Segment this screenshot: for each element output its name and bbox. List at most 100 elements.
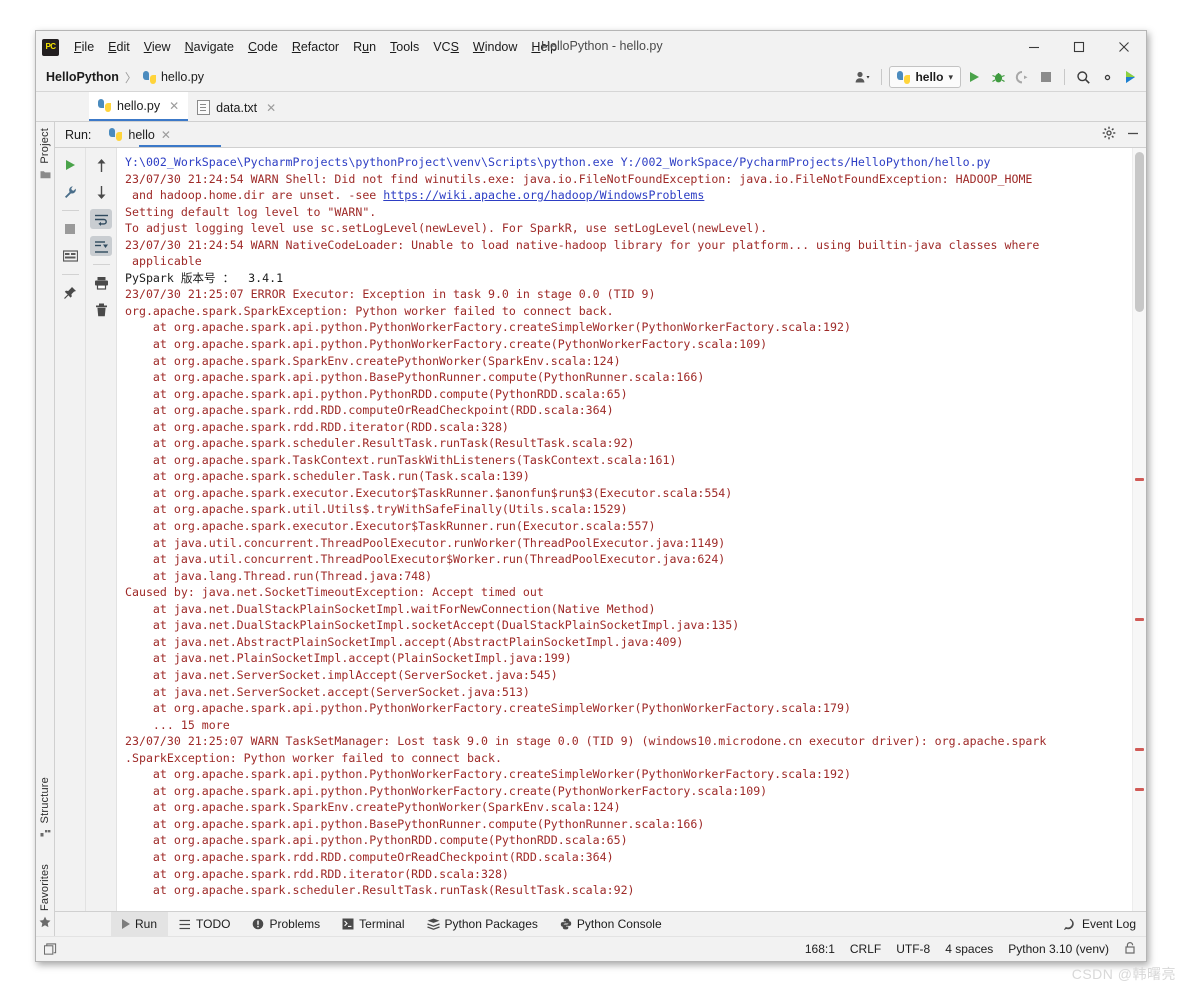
- debug-icon[interactable]: [987, 66, 1009, 88]
- caret-position[interactable]: 168:1: [805, 942, 835, 956]
- console-line: at org.apache.spark.scheduler.ResultTask…: [125, 883, 635, 898]
- tool-window-button-label: TODO: [196, 917, 231, 931]
- run-tab-label: hello: [128, 127, 155, 142]
- tool-window-button-label: Python Packages: [444, 917, 538, 931]
- tool-window-button-terminal[interactable]: Terminal: [331, 912, 415, 936]
- pin-icon[interactable]: [59, 283, 81, 303]
- soft-wrap-icon[interactable]: [90, 209, 112, 229]
- navbar-actions: hello ▾: [852, 63, 1142, 91]
- sidebar-item-favorites[interactable]: Favorites: [39, 864, 51, 911]
- tool-window-button-problems[interactable]: Problems: [241, 912, 331, 936]
- tool-window-button-label: Terminal: [359, 917, 405, 931]
- menu-item-refactor[interactable]: Refactor: [285, 38, 346, 56]
- menu-item-code[interactable]: Code: [241, 38, 285, 56]
- up-arrow-icon[interactable]: [90, 155, 112, 175]
- search-icon[interactable]: [1072, 66, 1094, 88]
- tool-window-button-python-packages[interactable]: Python Packages: [416, 912, 549, 936]
- editor-tab-close-icon[interactable]: ✕: [266, 101, 276, 115]
- layout-icon[interactable]: [59, 246, 81, 266]
- run-tab-close-icon[interactable]: ✕: [161, 128, 171, 142]
- lock-icon[interactable]: [1124, 941, 1136, 957]
- run-configuration-selector[interactable]: hello ▾: [889, 66, 961, 88]
- line-separator[interactable]: CRLF: [850, 942, 881, 956]
- hadoop-windows-problems-link[interactable]: https://wiki.apache.org/hadoop/WindowsPr…: [383, 188, 704, 202]
- event-log-label: Event Log: [1081, 917, 1136, 931]
- sidebar-item-structure[interactable]: Structure: [39, 777, 51, 823]
- scroll-to-end-icon[interactable]: [90, 236, 112, 256]
- menu-items: File Edit View Navigate Code Refactor Run Tools…: [67, 38, 564, 56]
- run-tab-hello[interactable]: hello ✕: [103, 123, 176, 147]
- trash-icon[interactable]: [90, 300, 112, 320]
- tool-window-button-python-console[interactable]: Python Console: [549, 912, 673, 936]
- tool-window-button-run[interactable]: Run: [111, 912, 169, 936]
- editor-tab-label: hello.py: [117, 98, 161, 113]
- indent-setting[interactable]: 4 spaces: [945, 942, 993, 956]
- console-line: at org.apache.spark.rdd.RDD.iterator(RDD…: [125, 419, 509, 434]
- print-icon[interactable]: [90, 273, 112, 293]
- status-bar-right: 168:1 CRLF UTF-8 4 spaces Python 3.10 (v…: [805, 941, 1136, 957]
- python-run-icon: [109, 128, 123, 141]
- file-encoding[interactable]: UTF-8: [896, 942, 930, 956]
- tool-window-button-todo[interactable]: TODO: [168, 912, 241, 936]
- run-tab-underline: [139, 145, 221, 147]
- editor-tab-bar: hello.py ✕ data.txt ✕: [36, 92, 1146, 122]
- down-arrow-icon[interactable]: [90, 182, 112, 202]
- settings-wrench-icon[interactable]: [59, 182, 81, 202]
- user-avatar-icon[interactable]: [852, 66, 874, 88]
- close-button[interactable]: [1101, 31, 1146, 63]
- updates-icon[interactable]: [1120, 66, 1142, 88]
- left-tool-strip: Project Structure Favorites: [36, 122, 55, 936]
- console-line: at java.util.concurrent.ThreadPoolExecut…: [125, 535, 726, 550]
- settings-icon[interactable]: [1096, 66, 1118, 88]
- stop-icon[interactable]: [59, 219, 81, 239]
- console-line: at java.lang.Thread.run(Thread.java:748): [125, 568, 433, 583]
- run-icon[interactable]: [963, 66, 985, 88]
- breadcrumb-file[interactable]: hello.py: [161, 70, 204, 84]
- run-tool-window-header: Run: hello ✕: [55, 122, 1146, 148]
- watermark: CSDN @韩曙亮: [1071, 966, 1176, 982]
- console-text: Y:\002_WorkSpace\PycharmProjects\pythonP…: [117, 148, 1146, 899]
- workspace: Project Structure Favorites Run: hello ✕…: [36, 122, 1146, 936]
- console-line: at org.apache.spark.api.python.PythonWor…: [125, 783, 768, 798]
- menu-item-tools[interactable]: Tools: [383, 38, 426, 56]
- terminal-icon: [342, 918, 354, 930]
- menu-item-file[interactable]: File: [67, 38, 101, 56]
- menu-item-navigate[interactable]: Navigate: [178, 38, 241, 56]
- navigation-bar: HelloPython 〉 hello.py hello ▾: [36, 63, 1146, 92]
- console-output[interactable]: Y:\002_WorkSpace\PycharmProjects\pythonP…: [117, 148, 1146, 911]
- event-log-button[interactable]: Event Log: [1063, 917, 1136, 931]
- gear-icon[interactable]: [1102, 126, 1116, 143]
- console-line: at org.apache.spark.SparkEnv.createPytho…: [125, 800, 621, 815]
- editor-tab-hello-py[interactable]: hello.py ✕: [89, 92, 189, 121]
- editor-tab-close-icon[interactable]: ✕: [169, 99, 179, 113]
- minimize-button[interactable]: [1011, 31, 1056, 63]
- python-file-icon: [142, 70, 156, 84]
- menu-item-run[interactable]: Run: [346, 38, 383, 56]
- structure-icon: [40, 829, 50, 837]
- menu-bar: PC File Edit View Navigate Code Refactor Run To…: [36, 31, 1146, 63]
- rerun-icon[interactable]: [59, 155, 81, 175]
- console-line: at org.apache.spark.api.python.PythonWor…: [125, 767, 851, 782]
- menu-item-vcs[interactable]: VCS: [426, 38, 466, 56]
- console-line-text: and hadoop.home.dir are unset. -see: [125, 188, 384, 203]
- menu-item-view[interactable]: View: [137, 38, 178, 56]
- minimize-icon[interactable]: [1126, 126, 1140, 143]
- menu-item-edit[interactable]: Edit: [101, 38, 137, 56]
- maximize-button[interactable]: [1056, 31, 1101, 63]
- left-strip-top: Project: [39, 128, 51, 179]
- console-scrollbar[interactable]: [1135, 152, 1144, 312]
- python-interpreter[interactable]: Python 3.10 (venv): [1008, 942, 1109, 956]
- console-line: at org.apache.spark.scheduler.ResultTask…: [125, 436, 635, 451]
- run-actions-column-right: [86, 148, 117, 911]
- coverage-icon[interactable]: [1011, 66, 1033, 88]
- console-line: at org.apache.spark.rdd.RDD.iterator(RDD…: [125, 866, 509, 881]
- run-icon: [122, 919, 130, 929]
- hide-tool-windows-icon[interactable]: [44, 942, 57, 956]
- editor-tab-data-txt[interactable]: data.txt ✕: [188, 94, 286, 121]
- menu-item-window[interactable]: Window: [466, 38, 524, 56]
- tool-window-bar: Run TODO Problems Terminal Python Packages Py…: [55, 911, 1146, 936]
- stop-icon[interactable]: [1035, 66, 1057, 88]
- breadcrumb-project[interactable]: HelloPython: [46, 70, 119, 84]
- run-header-actions: [1102, 122, 1140, 147]
- sidebar-item-project[interactable]: Project: [39, 128, 51, 164]
